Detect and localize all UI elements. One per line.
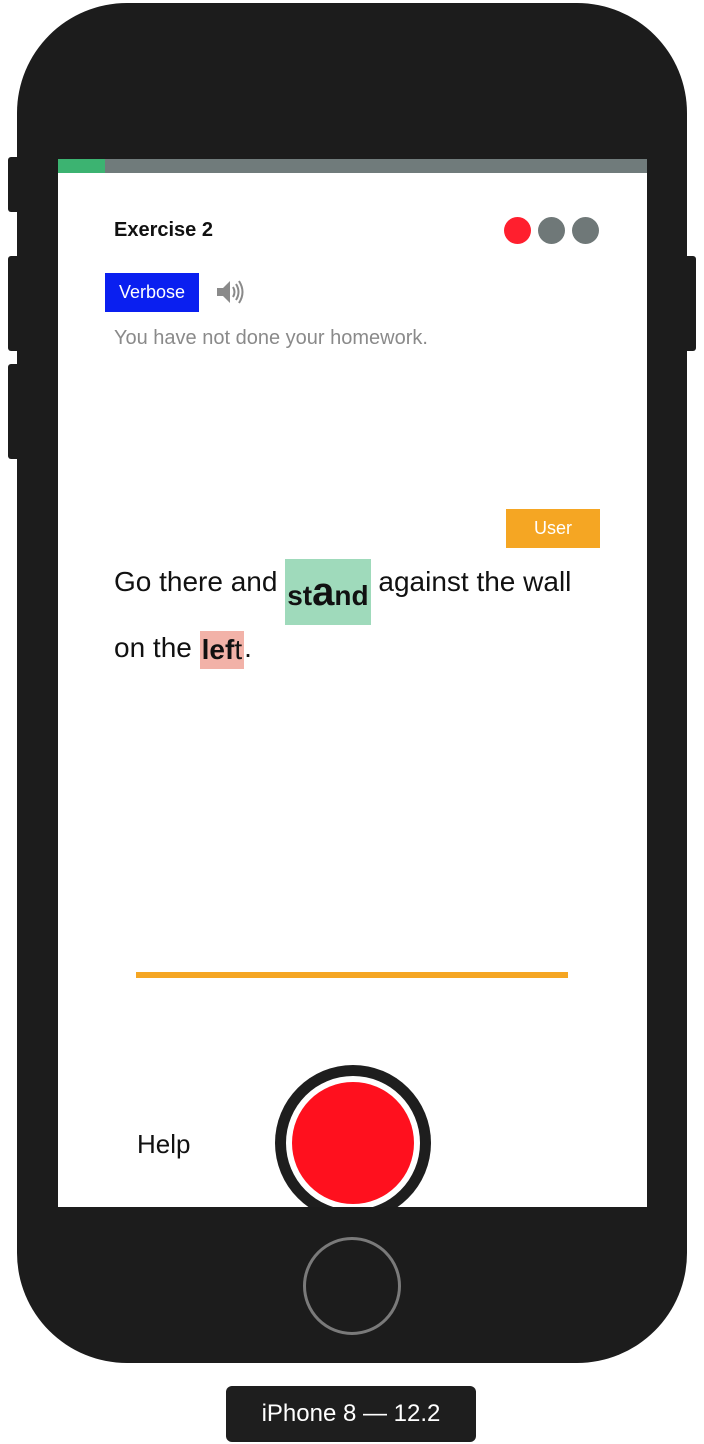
- side-button-volume-up: [8, 256, 20, 351]
- word-stressed-part: a: [312, 570, 335, 614]
- status-dot-3: [572, 217, 599, 244]
- record-button[interactable]: [275, 1065, 431, 1207]
- verbose-button[interactable]: Verbose: [105, 273, 199, 312]
- home-button[interactable]: [303, 1237, 401, 1335]
- highlighted-word-correct[interactable]: stand: [285, 559, 371, 625]
- sentence-text: Go there and: [114, 566, 286, 597]
- word-part: st: [287, 580, 313, 611]
- exercise-progress-fill: [58, 159, 106, 173]
- exercise-sentence: Go there and stand against the wall on t…: [114, 559, 594, 671]
- help-button[interactable]: Help: [137, 1129, 190, 1160]
- side-button-volume-down: [8, 364, 20, 459]
- record-icon: [292, 1082, 414, 1204]
- app-screen: Exercise 2 Verbose You have not done you…: [58, 159, 647, 1207]
- word-part: t: [234, 634, 243, 665]
- status-dot-1: [504, 217, 531, 244]
- status-dot-2: [538, 217, 565, 244]
- highlighted-word-error[interactable]: left: [199, 631, 245, 669]
- device-label: iPhone 8 — 12.2: [226, 1386, 476, 1442]
- word-part: nd: [334, 580, 369, 611]
- speaker-icon[interactable]: [214, 277, 244, 307]
- sentence-text: .: [244, 632, 252, 663]
- feedback-hint: You have not done your homework.: [114, 327, 428, 349]
- record-button-ring: [286, 1076, 420, 1207]
- audio-level-line: [136, 972, 568, 978]
- exercise-title: Exercise 2: [114, 219, 213, 241]
- user-button[interactable]: User: [506, 509, 600, 548]
- exercise-progress-bar: [58, 159, 647, 173]
- word-part: lef: [201, 634, 235, 665]
- side-button-power: [684, 256, 696, 351]
- side-button-silent: [8, 157, 20, 212]
